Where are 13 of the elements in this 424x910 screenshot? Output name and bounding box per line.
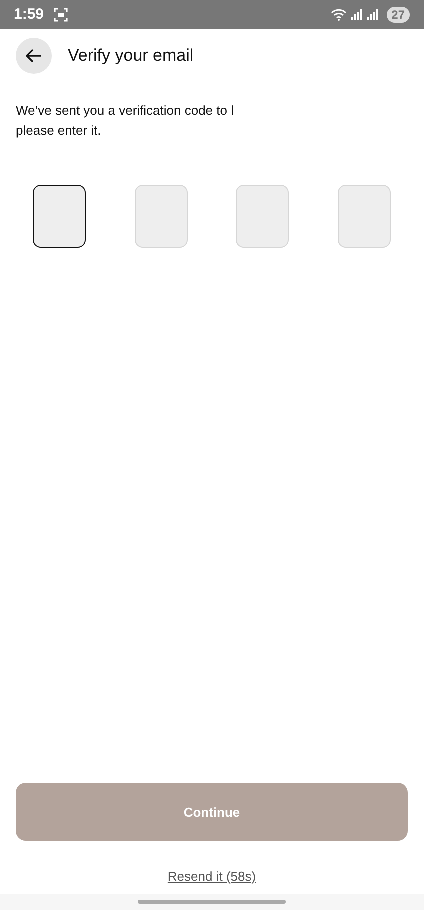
screenshot-icon xyxy=(54,8,68,22)
resend-link[interactable]: Resend it (58s) xyxy=(168,869,256,884)
battery-indicator: 27 xyxy=(386,6,410,22)
status-time: 1:59 xyxy=(14,6,44,23)
home-indicator[interactable] xyxy=(138,900,286,904)
wifi-icon xyxy=(330,8,347,20)
screen-title: Verify your email xyxy=(68,46,194,66)
signal-icon xyxy=(350,9,363,20)
instruction-text: We’ve sent you a verification code to l please enter it. xyxy=(16,102,235,140)
back-button[interactable] xyxy=(16,38,52,74)
code-digit-field[interactable] xyxy=(33,185,86,248)
back-arrow-icon xyxy=(26,49,42,63)
signal-icon xyxy=(366,9,379,20)
